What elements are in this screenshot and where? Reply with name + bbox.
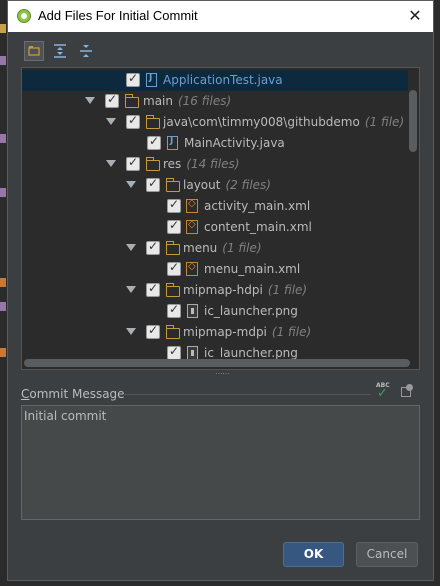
expand-arrow-icon[interactable] (126, 244, 136, 251)
tree-row[interactable]: content_main.xml (22, 217, 408, 238)
splitter-handle[interactable]: ⋯⋯ (213, 370, 231, 378)
expand-arrow-icon[interactable] (85, 97, 95, 104)
dialog-title: Add Files For Initial Commit (38, 8, 198, 23)
image-file-icon (187, 304, 198, 318)
row-checkbox[interactable] (167, 344, 181, 360)
spellcheck-icon[interactable]: ABC ✓ (376, 382, 390, 401)
file-count: (1 file) (364, 115, 405, 129)
vertical-scrollbar[interactable] (409, 90, 417, 152)
folder-name: mipmap-mdpi (183, 325, 267, 339)
folder-name: menu (183, 241, 218, 255)
commit-message-label: Commit Message (21, 387, 125, 401)
folder-name: res (163, 157, 182, 171)
row-checkbox[interactable] (146, 281, 160, 297)
group-by-directory-button[interactable] (24, 41, 44, 61)
file-name: ApplicationTest.java (163, 73, 283, 87)
file-count: (1 file) (271, 325, 312, 339)
expand-all-button[interactable] (50, 41, 70, 61)
folder-icon (166, 178, 180, 192)
file-count: (1 file) (267, 283, 308, 297)
close-button[interactable]: ✕ (403, 4, 427, 28)
folder-name: java\com\timmy008\githubdemo (163, 115, 360, 129)
row-checkbox[interactable] (146, 176, 160, 192)
expand-arrow-icon[interactable] (126, 181, 136, 188)
android-studio-icon (17, 9, 31, 23)
folder-icon (166, 241, 180, 255)
collapse-all-icon (80, 45, 92, 57)
commit-history-icon[interactable] (400, 384, 414, 398)
file-count: (1 file) (222, 241, 262, 255)
folder-name: main (143, 94, 173, 108)
expand-arrow-icon[interactable] (126, 328, 136, 335)
tree-row[interactable]: menu_main.xml (22, 259, 408, 280)
folder-name: layout (183, 178, 221, 192)
file-name: content_main.xml (204, 220, 312, 234)
ok-button[interactable]: OK (283, 542, 344, 567)
file-name: menu_main.xml (204, 262, 301, 276)
horizontal-scrollbar[interactable] (24, 359, 410, 367)
image-file-icon (187, 346, 198, 360)
file-name: activity_main.xml (204, 199, 311, 213)
java-file-icon (146, 73, 157, 87)
tree-row[interactable]: res (14 files) (22, 154, 408, 175)
row-checkbox[interactable] (167, 218, 181, 234)
row-checkbox[interactable] (167, 302, 181, 318)
tree-row[interactable]: ApplicationTest.java (22, 70, 408, 91)
file-count: (16 files) (177, 94, 232, 108)
file-count: (14 files) (186, 157, 240, 171)
tree-row[interactable]: java\com\timmy008\githubdemo (1 file) (22, 112, 408, 133)
row-checkbox[interactable] (126, 155, 140, 171)
java-file-icon (167, 136, 178, 150)
commit-message-input[interactable]: Initial commit (21, 405, 420, 520)
label-separator (123, 394, 371, 395)
folder-icon (166, 283, 180, 297)
expand-arrow-icon[interactable] (126, 286, 136, 293)
tree-row[interactable]: mipmap-mdpi (1 file) (22, 322, 408, 343)
add-files-dialog: Add Files For Initial Commit ✕ Applicati… (7, 0, 434, 581)
xml-file-icon (186, 219, 198, 234)
collapse-all-button[interactable] (76, 41, 96, 61)
row-checkbox[interactable] (126, 71, 140, 87)
folder-icon (146, 115, 160, 129)
tree-row[interactable]: layout (2 files) (22, 175, 408, 196)
file-name: MainActivity.java (184, 136, 285, 150)
folder-icon (166, 325, 180, 339)
xml-file-icon (186, 261, 198, 276)
row-checkbox[interactable] (146, 323, 160, 339)
row-checkbox[interactable] (167, 197, 181, 213)
tree-row[interactable]: ic_launcher.png (22, 301, 408, 322)
tree-row[interactable]: MainActivity.java (22, 133, 408, 154)
file-name: ic_launcher.png (204, 304, 298, 318)
row-checkbox[interactable] (126, 113, 140, 129)
tree-row[interactable]: mipmap-hdpi (1 file) (22, 280, 408, 301)
row-checkbox[interactable] (167, 260, 181, 276)
xml-file-icon (186, 198, 198, 213)
tree-row[interactable]: activity_main.xml (22, 196, 408, 217)
group-by-directory-icon (28, 46, 40, 56)
row-checkbox[interactable] (146, 239, 160, 255)
tree-row[interactable]: menu (1 file) (22, 238, 408, 259)
title-bar: Add Files For Initial Commit ✕ (8, 1, 433, 32)
changed-files-tree[interactable]: ApplicationTest.java main (16 files) java… (21, 67, 420, 370)
expand-arrow-icon[interactable] (106, 160, 116, 167)
folder-name: mipmap-hdpi (183, 283, 263, 297)
row-checkbox[interactable] (105, 92, 119, 108)
cancel-button[interactable]: Cancel (356, 542, 418, 567)
tree-row[interactable]: main (16 files) (22, 91, 408, 112)
folder-icon (125, 94, 139, 108)
expand-arrow-icon[interactable] (106, 118, 116, 125)
row-checkbox[interactable] (147, 134, 161, 150)
folder-icon (146, 157, 160, 171)
file-name: ic_launcher.png (204, 346, 298, 360)
file-count: (2 files) (225, 178, 271, 192)
expand-all-icon (54, 44, 66, 58)
